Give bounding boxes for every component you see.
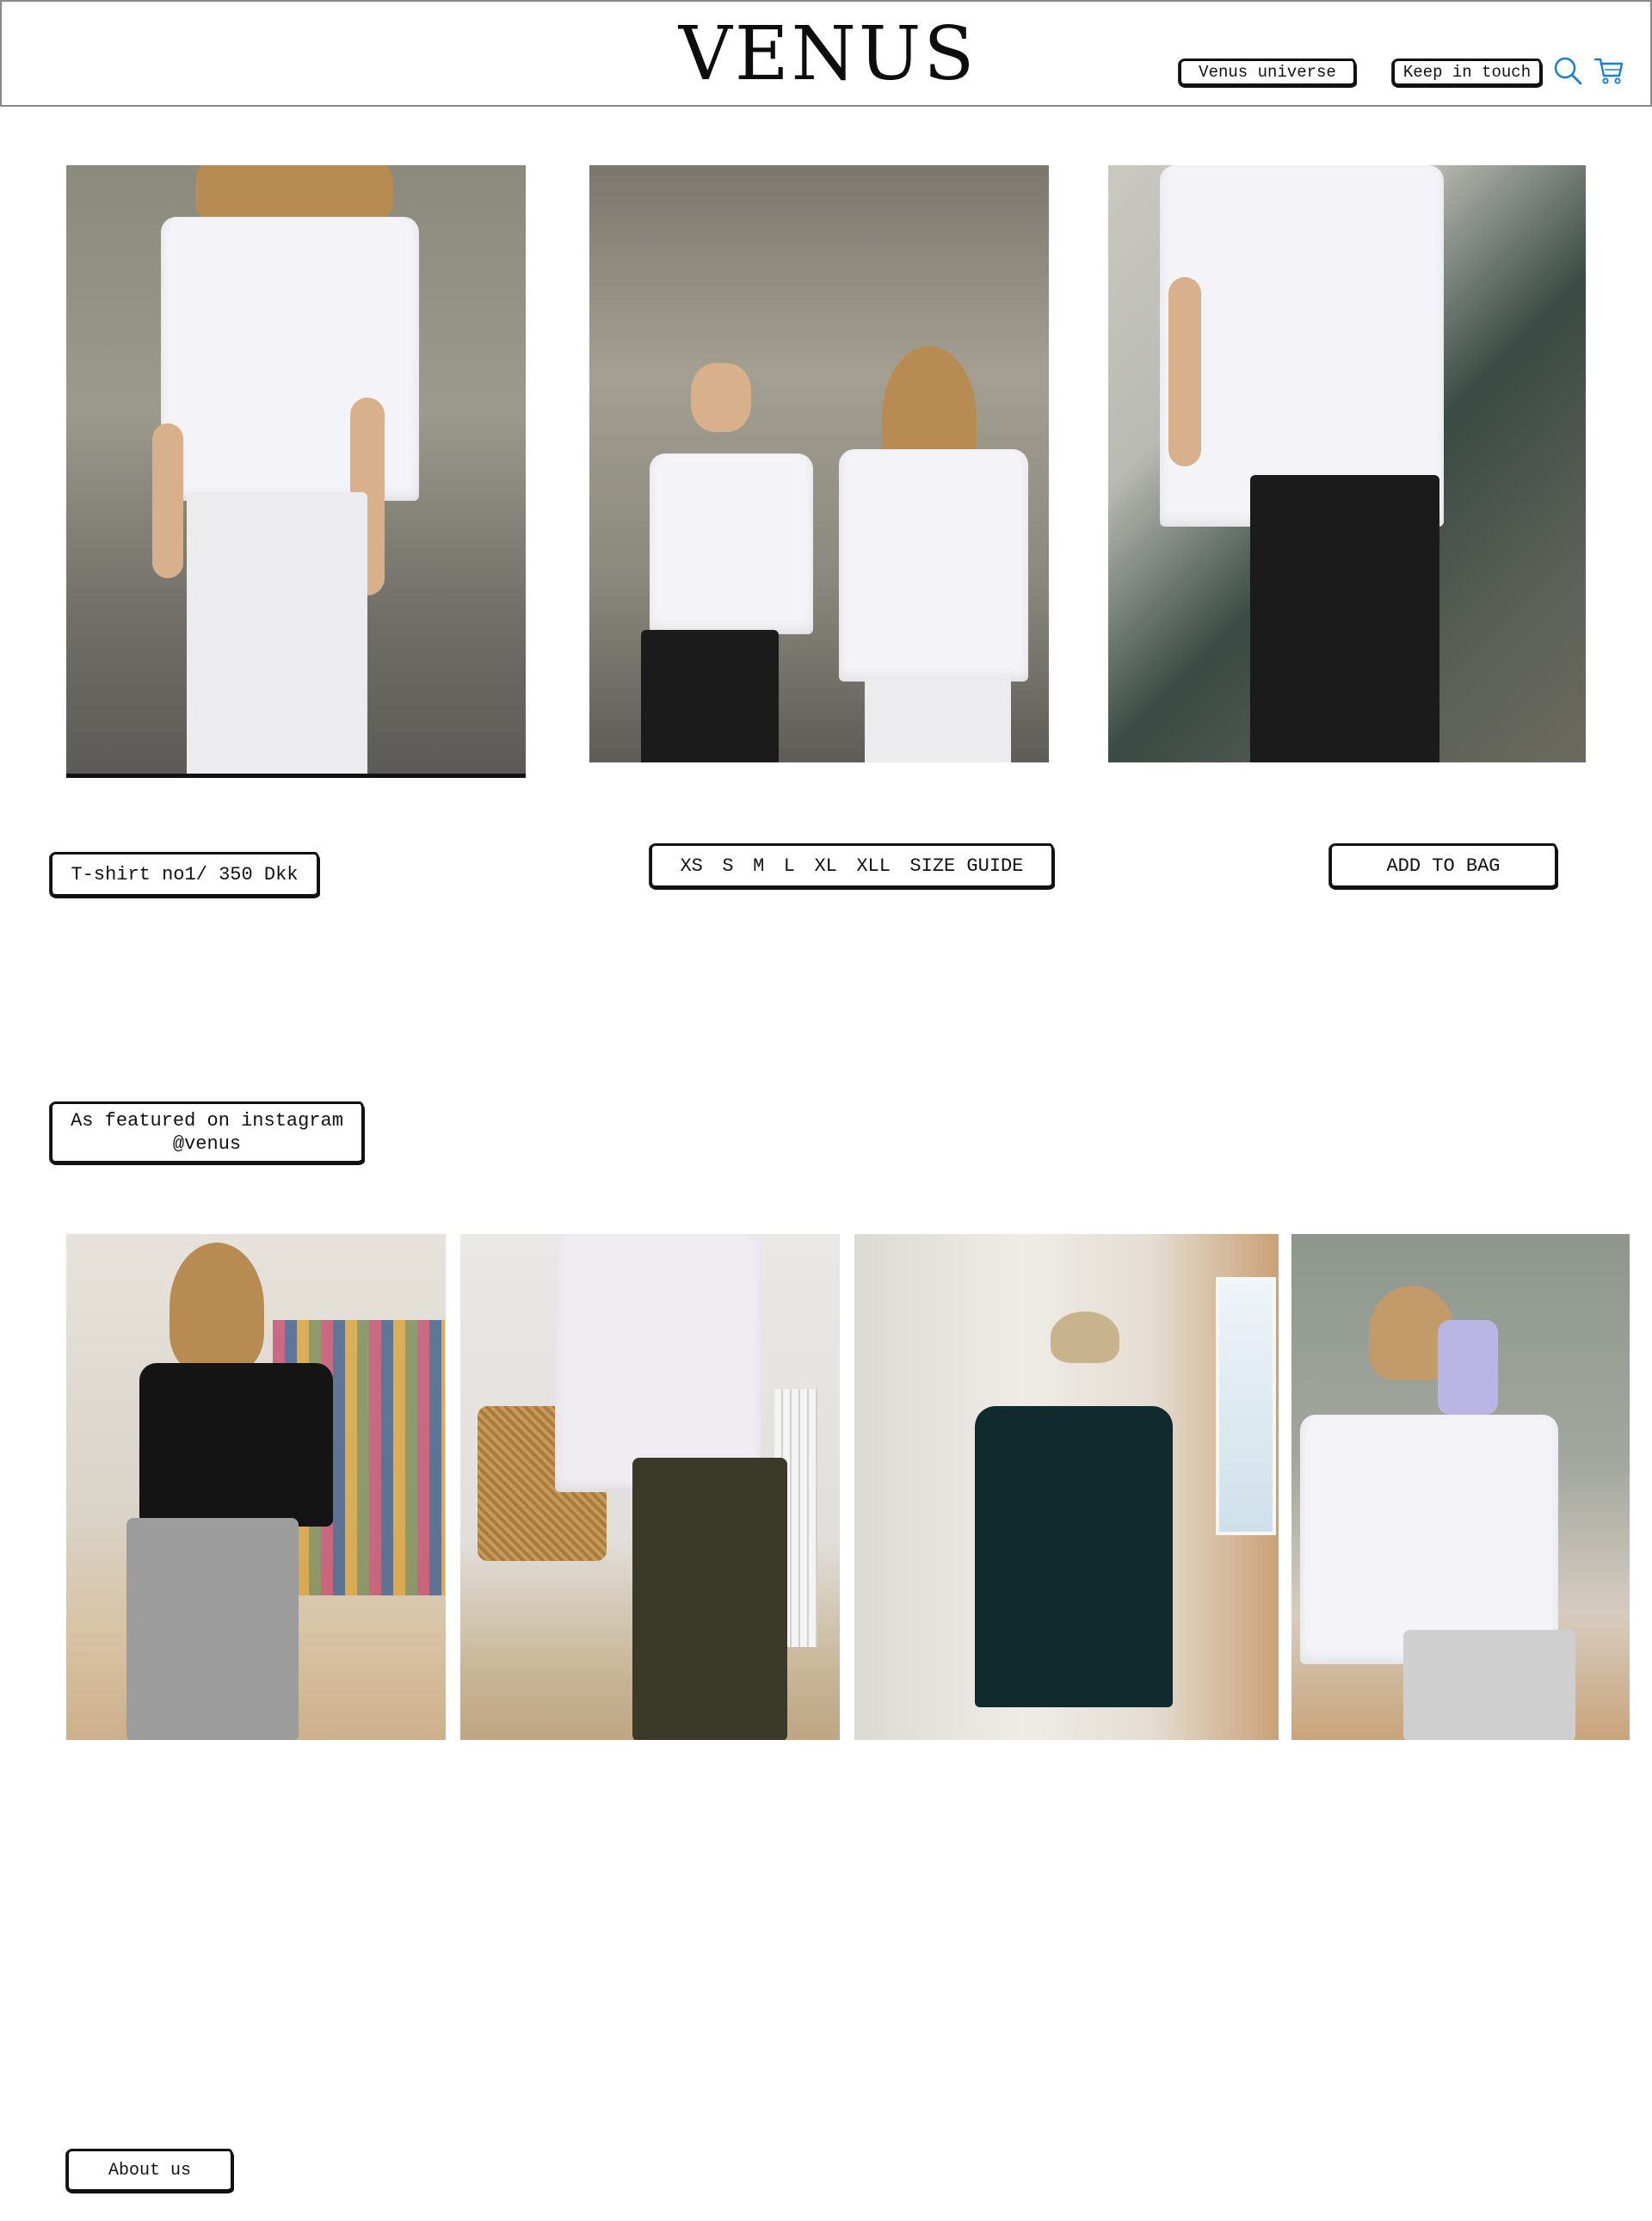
instagram-photo-2[interactable] xyxy=(460,1234,840,1740)
site-header: VENUS Venus universe Keep in touch xyxy=(0,0,1652,107)
pants-shape xyxy=(641,630,779,762)
size-option-xs[interactable]: XS xyxy=(680,855,702,877)
hair-shape xyxy=(1051,1311,1119,1363)
arm-shape xyxy=(152,423,183,578)
tshirt-shape xyxy=(139,1363,333,1527)
instagram-handle[interactable]: @venus xyxy=(173,1132,241,1157)
search-icon[interactable] xyxy=(1552,55,1583,86)
size-selector: XS S M L XL XLL SIZE GUIDE xyxy=(650,843,1054,888)
product-photo-1[interactable] xyxy=(66,165,526,778)
cart-icon[interactable] xyxy=(1593,55,1624,86)
instagram-heading: As featured on instagram @venus xyxy=(50,1101,364,1163)
jeans-shape xyxy=(632,1458,787,1740)
tshirt-shape xyxy=(650,453,813,634)
phone-shape xyxy=(1438,1320,1498,1415)
hair-shape xyxy=(170,1243,264,1372)
size-option-l[interactable]: L xyxy=(784,855,795,877)
nav-venus-universe-button[interactable]: Venus universe xyxy=(1179,59,1356,86)
instagram-photo-1[interactable] xyxy=(66,1234,446,1740)
photo-underline xyxy=(66,774,526,778)
window-shape xyxy=(1216,1277,1276,1535)
pants-shape xyxy=(187,492,367,778)
size-guide-link[interactable]: SIZE GUIDE xyxy=(909,855,1023,877)
pants-shape xyxy=(1250,475,1439,762)
tshirt-shape xyxy=(839,449,1028,682)
product-price-label: T-shirt no1/ 350 Dkk xyxy=(50,852,319,897)
product-photo-2[interactable] xyxy=(589,165,1049,762)
nav-keep-in-touch-button[interactable]: Keep in touch xyxy=(1392,59,1542,86)
pants-shape xyxy=(865,673,1011,762)
arm-shape xyxy=(1168,277,1201,466)
instagram-photo-3[interactable] xyxy=(854,1234,1279,1740)
about-us-button[interactable]: About us xyxy=(66,2149,233,2192)
oversized-tshirt-shape xyxy=(975,1406,1173,1707)
size-option-xll[interactable]: XLL xyxy=(856,855,891,877)
size-option-s[interactable]: S xyxy=(722,855,733,877)
tshirt-shape xyxy=(555,1234,761,1492)
tshirt-shape xyxy=(1300,1415,1558,1664)
sweatpants-shape xyxy=(126,1518,299,1740)
instagram-heading-line1: As featured on instagram xyxy=(71,1109,343,1132)
sweatpants-shape xyxy=(1403,1630,1575,1740)
tshirt-shape xyxy=(1160,165,1444,527)
size-option-xl[interactable]: XL xyxy=(814,855,836,877)
product-photo-3[interactable] xyxy=(1108,165,1586,762)
size-option-m[interactable]: M xyxy=(753,855,764,877)
face-shape xyxy=(691,363,751,432)
instagram-photo-4[interactable] xyxy=(1291,1234,1630,1740)
add-to-bag-button[interactable]: ADD TO BAG xyxy=(1329,843,1557,888)
